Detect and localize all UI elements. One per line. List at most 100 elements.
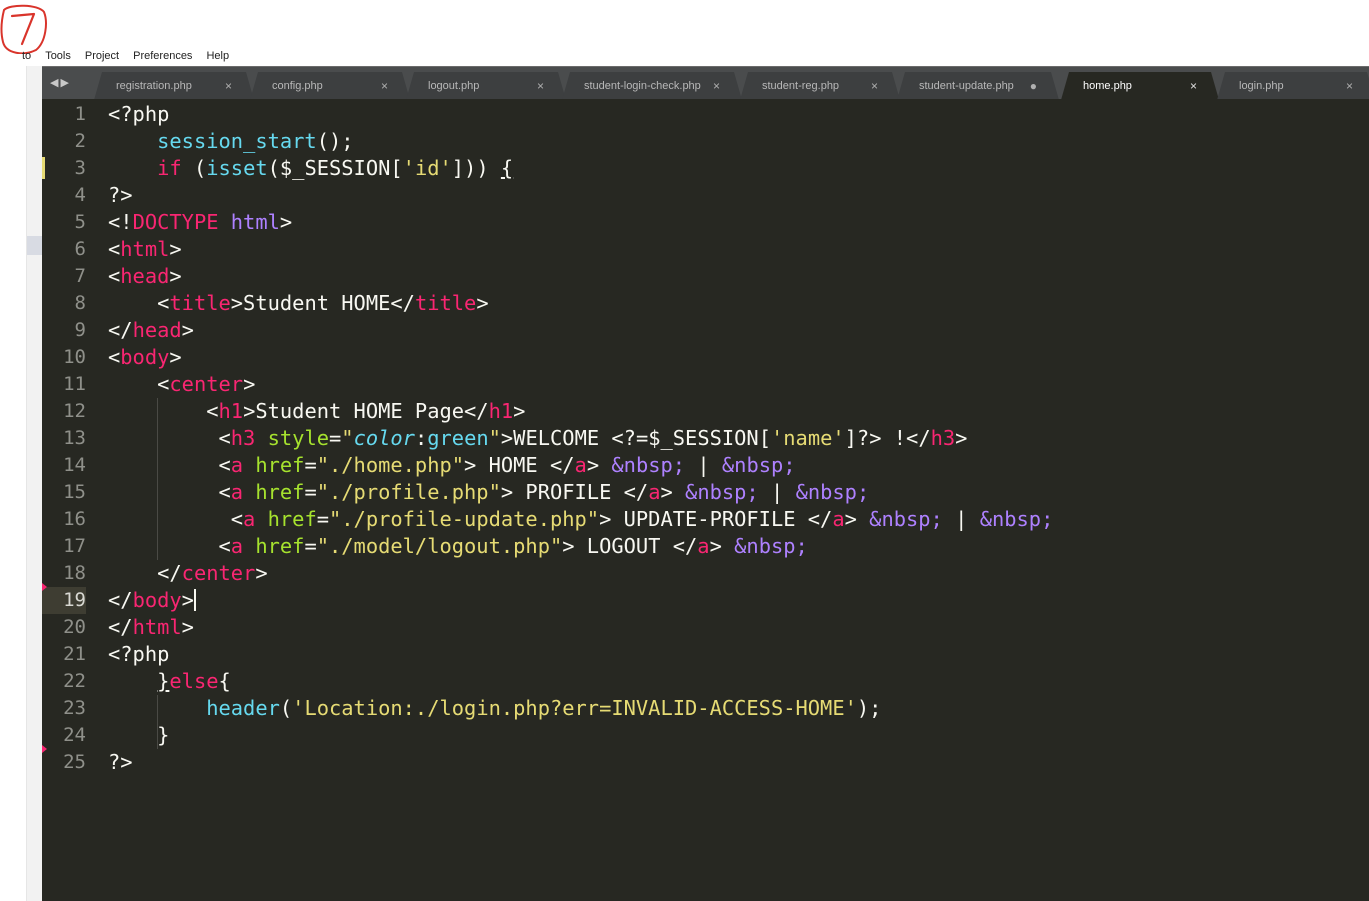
code-text: header('Location:./login.php?err=INVALID…	[108, 695, 881, 722]
line-number: 22	[63, 670, 86, 692]
code-line[interactable]: 3 if (isset($_SESSION['id'])) {	[42, 155, 1369, 182]
code-token: <	[108, 237, 121, 261]
code-line[interactable]: 14 <a href="./home.php"> HOME </a> &nbsp…	[42, 452, 1369, 479]
menu-item-project[interactable]: Project	[85, 51, 119, 62]
code-token: <?php	[108, 102, 170, 126]
code-line[interactable]: 13 <h3 style="color:green">WELCOME <?=$_…	[42, 425, 1369, 452]
code-token: <!	[108, 210, 133, 234]
code-line[interactable]: 21 <?php	[42, 641, 1369, 668]
code-token: &nbsp;	[979, 507, 1054, 531]
code-line[interactable]: 2 session_start();	[42, 128, 1369, 155]
code-line[interactable]: 8 <title>Student HOME</title>	[42, 290, 1369, 317]
code-line[interactable]: 12 <h1>Student HOME Page</h1>	[42, 398, 1369, 425]
code-token: <	[108, 507, 244, 531]
code-line[interactable]: 19 </body>	[42, 583, 1369, 614]
code-token: a	[648, 480, 661, 504]
code-token: (	[279, 696, 293, 720]
code-token: body	[120, 345, 170, 369]
indent-guide	[157, 398, 159, 560]
code-token: >	[844, 507, 870, 531]
code-text: <html>	[108, 236, 182, 263]
close-icon[interactable]: ×	[871, 72, 878, 100]
code-line[interactable]: 7 <head>	[42, 263, 1369, 290]
tab-config[interactable]: config.php ×	[250, 72, 410, 100]
code-token: 'id'	[402, 156, 452, 180]
code-token: session_start	[157, 129, 317, 153]
line-number: 2	[74, 130, 86, 152]
handwritten-annotation-mark	[0, 4, 47, 54]
code-line[interactable]: 24 }	[42, 722, 1369, 749]
code-text: <title>Student HOME</title>	[108, 290, 489, 317]
unsaved-dot-icon[interactable]: ●	[1030, 72, 1037, 100]
code-token: green	[427, 426, 489, 450]
code-token: >	[255, 561, 268, 585]
code-line[interactable]: 15 <a href="./profile.php"> PROFILE </a>…	[42, 479, 1369, 506]
code-line[interactable]: 23 header('Location:./login.php?err=INVA…	[42, 695, 1369, 722]
tab-login[interactable]: login.php ×	[1217, 72, 1369, 100]
code-text: <body>	[108, 344, 182, 371]
line-number: 15	[63, 481, 86, 503]
code-token: |	[685, 453, 722, 477]
code-line[interactable]: 1 <?php	[42, 101, 1369, 128]
code-token: </	[108, 615, 133, 639]
code-token: > HOME </	[464, 453, 575, 477]
tab-student-reg[interactable]: student-reg.php ×	[740, 72, 900, 100]
code-token: ]?> !</	[844, 426, 931, 450]
code-token: <	[108, 426, 231, 450]
tab-logout[interactable]: logout.php ×	[406, 72, 566, 100]
code-line[interactable]: 5 <!DOCTYPE html>	[42, 209, 1369, 236]
code-token: >	[513, 399, 526, 423]
code-line[interactable]: 11 <center>	[42, 371, 1369, 398]
code-text: session_start();	[108, 128, 354, 155]
code-token: <	[108, 345, 121, 369]
code-token: head	[132, 318, 182, 342]
close-icon[interactable]: ×	[537, 72, 544, 100]
code-token: href	[255, 480, 305, 504]
code-line[interactable]: 6 <html>	[42, 236, 1369, 263]
menu-item-tools[interactable]: Tools	[45, 51, 71, 62]
code-token: a	[574, 453, 587, 477]
code-token: >Student HOME</	[230, 291, 415, 315]
code-token: "./profile-update.php"	[329, 507, 600, 531]
tab-scroll-arrows-icon[interactable]: ◀▶	[50, 76, 71, 89]
code-token: h1	[488, 399, 514, 423]
tab-label: logout.php	[428, 80, 480, 92]
code-text: <?php	[108, 101, 169, 128]
code-line[interactable]: 22 }else{	[42, 668, 1369, 695]
line-number: 4	[74, 184, 86, 206]
tab-home[interactable]: home.php ×	[1061, 72, 1219, 100]
close-icon[interactable]: ×	[1190, 72, 1197, 100]
code-line[interactable]: 9 </head>	[42, 317, 1369, 344]
line-number: 10	[63, 346, 86, 368]
menu-item-preferences[interactable]: Preferences	[133, 51, 192, 62]
menu-item-help[interactable]: Help	[206, 51, 229, 62]
tab-student-login-check[interactable]: student-login-check.php ×	[562, 72, 742, 100]
close-icon[interactable]: ×	[1346, 72, 1353, 100]
close-icon[interactable]: ×	[713, 72, 720, 100]
code-text: </center>	[108, 560, 268, 587]
code-token: =	[316, 507, 329, 531]
menu-item-to[interactable]: to	[22, 51, 31, 62]
code-line[interactable]: 18 </center>	[42, 560, 1369, 587]
code-line[interactable]: 25 ?>	[42, 745, 1369, 776]
code-token: ();	[316, 129, 354, 153]
code-editor[interactable]: 1 <?php 2 session_start(); 3 if (isset($_SE…	[42, 99, 1369, 901]
tab-student-update[interactable]: student-update.php ●	[897, 72, 1059, 100]
code-line[interactable]: 20 </html>	[42, 614, 1369, 641]
line-number: 17	[63, 535, 86, 557]
code-token: ?>	[108, 750, 133, 774]
window-top-area: to Tools Project Preferences Help	[0, 0, 1369, 66]
code-token: 'name'	[770, 426, 845, 450]
code-line[interactable]: 4 ?>	[42, 182, 1369, 209]
modified-line-marker	[42, 157, 45, 179]
close-icon[interactable]: ×	[225, 72, 232, 100]
code-line[interactable]: 10 <body>	[42, 344, 1369, 371]
code-line[interactable]: 16 <a href="./profile-update.php"> UPDAT…	[42, 506, 1369, 533]
tab-registration[interactable]: registration.php ×	[94, 72, 254, 100]
code-line[interactable]: 17 <a href="./model/logout.php"> LOGOUT …	[42, 533, 1369, 560]
code-token: "	[488, 426, 501, 450]
code-token: >Student HOME Page</	[243, 399, 489, 423]
close-icon[interactable]: ×	[381, 72, 388, 100]
